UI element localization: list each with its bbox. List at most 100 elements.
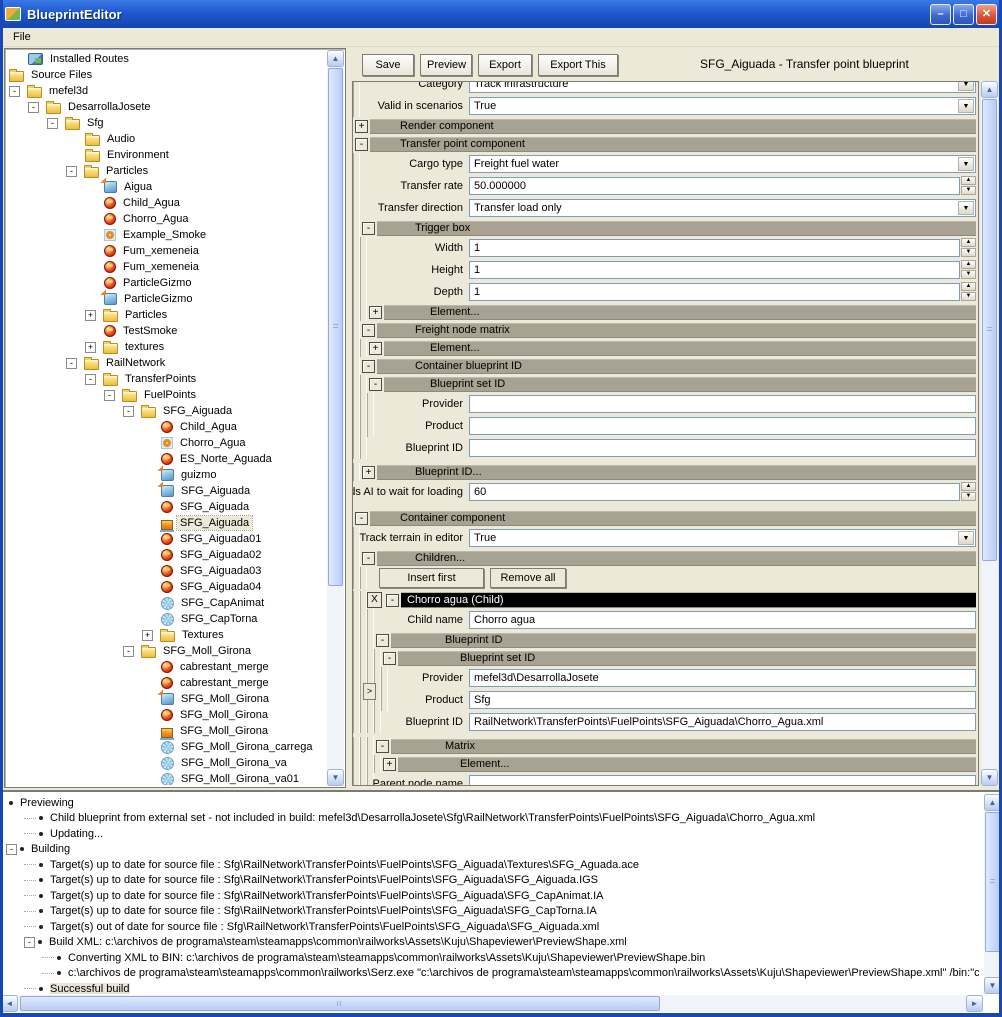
spinner-control[interactable]: ▲▼	[961, 238, 976, 258]
dropdown-field[interactable]: True▼	[469, 97, 976, 115]
export-button[interactable]: Export	[478, 54, 532, 76]
tree-item[interactable]: SFG_Moll_Girona_va	[7, 755, 326, 771]
collapse-section-icon[interactable]: -	[362, 552, 375, 565]
scroll-right-icon[interactable]: ►	[966, 995, 983, 1012]
log-entry[interactable]: Target(s) up to date for source file : S…	[2, 873, 982, 889]
collapse-toggle-icon[interactable]: -	[47, 118, 58, 129]
spinner-up-icon[interactable]: ▲	[961, 260, 976, 269]
expand-section-icon[interactable]: +	[383, 758, 396, 771]
log-entry[interactable]: Previewing	[2, 795, 982, 811]
log-entry[interactable]: -Build XML: c:\archivos de programa\stea…	[2, 935, 982, 951]
section-header-bar[interactable]: Container blueprint ID	[377, 359, 976, 374]
tree-item[interactable]: SFG_Moll_Girona_carrega	[7, 739, 326, 755]
tree-item[interactable]: -SFG_Aiguada	[7, 403, 326, 419]
tree-item[interactable]: Example_Smoke	[7, 227, 326, 243]
section-header-bar[interactable]: Blueprint ID	[391, 633, 976, 648]
section-header-bar[interactable]: Transfer point component	[370, 137, 976, 152]
section-header-bar[interactable]: Trigger box	[377, 221, 976, 236]
tree-scrollbar-thumb[interactable]	[328, 68, 343, 586]
tree-item[interactable]: -mefel3d	[7, 83, 326, 99]
tree-item[interactable]: SFG_Aiguada	[7, 483, 326, 499]
insert-first-button[interactable]: Insert first	[379, 568, 484, 588]
expand-section-icon[interactable]: +	[362, 466, 375, 479]
dropdown-arrow-icon[interactable]: ▼	[958, 531, 974, 545]
tree-item[interactable]: SFG_Aiguada01	[7, 531, 326, 547]
section-header-bar[interactable]: Element...	[384, 305, 976, 320]
spinner-up-icon[interactable]: ▲	[961, 176, 976, 185]
collapse-toggle-icon[interactable]: -	[123, 406, 134, 417]
tree-item[interactable]: cabrestant_merge	[7, 675, 326, 691]
tree-scrollbar[interactable]: ▲ ▼	[327, 50, 344, 786]
spinner-down-icon[interactable]: ▼	[961, 248, 976, 257]
tree-item[interactable]: SFG_Moll_Girona	[7, 691, 326, 707]
dropdown-field[interactable]: Track infrastructure▼	[469, 81, 976, 93]
section-header-bar[interactable]: Freight node matrix	[377, 323, 976, 338]
collapse-toggle-icon[interactable]: -	[104, 390, 115, 401]
text-field[interactable]: 1	[469, 283, 960, 301]
collapse-toggle-icon[interactable]: -	[6, 844, 17, 855]
section-header-bar[interactable]: Render component	[370, 119, 976, 134]
child-row-selector-button[interactable]: >	[363, 683, 376, 700]
tree-item[interactable]: ParticleGizmo	[7, 291, 326, 307]
tree-item[interactable]: -TransferPoints	[7, 371, 326, 387]
tree-item[interactable]: TestSmoke	[7, 323, 326, 339]
dropdown-arrow-icon[interactable]: ▼	[958, 81, 974, 91]
text-field[interactable]: Chorro agua	[469, 611, 976, 629]
collapse-toggle-icon[interactable]: -	[66, 166, 77, 177]
close-button[interactable]: ✕	[976, 4, 997, 25]
collapse-toggle-icon[interactable]: -	[24, 937, 35, 948]
form-scrollbar[interactable]: ▲ ▼	[981, 81, 998, 786]
log-entry[interactable]: c:\archivos de programa\steam\steamapps\…	[2, 966, 982, 982]
form-scrollbar-thumb[interactable]	[982, 99, 997, 561]
tree-item[interactable]: SFG_CapAnimat	[7, 595, 326, 611]
section-header-bar[interactable]: Blueprint ID...	[377, 465, 976, 480]
scroll-up-icon[interactable]: ▲	[981, 81, 998, 98]
log-scrollbar-thumb[interactable]	[985, 812, 1000, 952]
preview-button[interactable]: Preview	[420, 54, 472, 76]
text-field[interactable]	[469, 395, 976, 413]
text-field[interactable]: Sfg	[469, 691, 976, 709]
collapse-section-icon[interactable]: -	[362, 324, 375, 337]
spinner-control[interactable]: ▲▼	[961, 176, 976, 196]
collapse-section-icon[interactable]: -	[355, 138, 368, 151]
tree-item[interactable]: +Textures	[7, 627, 326, 643]
log-entry[interactable]: Target(s) up to date for source file : S…	[2, 888, 982, 904]
expand-section-icon[interactable]: +	[355, 120, 368, 133]
expand-toggle-icon[interactable]: +	[85, 310, 96, 321]
spinner-down-icon[interactable]: ▼	[961, 492, 976, 501]
collapse-toggle-icon[interactable]: -	[28, 102, 39, 113]
tree-item[interactable]: Source Files	[7, 67, 326, 83]
dropdown-arrow-icon[interactable]: ▼	[958, 157, 974, 171]
text-field[interactable]: 50.000000	[469, 177, 960, 195]
collapse-toggle-icon[interactable]: -	[9, 86, 20, 97]
scroll-up-icon[interactable]: ▲	[327, 50, 344, 67]
tree-item[interactable]: SFG_Aiguada	[7, 515, 326, 531]
expand-toggle-icon[interactable]: +	[85, 342, 96, 353]
spinner-down-icon[interactable]: ▼	[961, 270, 976, 279]
section-header-bar[interactable]: Blueprint set ID	[398, 651, 976, 666]
collapse-section-icon[interactable]: -	[369, 378, 382, 391]
collapse-section-icon[interactable]: -	[355, 512, 368, 525]
spinner-control[interactable]: ▲▼	[961, 260, 976, 280]
scroll-down-icon[interactable]: ▼	[981, 769, 998, 786]
maximize-button[interactable]: □	[953, 4, 974, 25]
text-field[interactable]: RailNetwork\TransferPoints\FuelPoints\SF…	[469, 713, 976, 731]
tree-item[interactable]: -DesarrollaJosete	[7, 99, 326, 115]
text-field[interactable]: 60	[469, 483, 960, 501]
log-entry[interactable]: Target(s) up to date for source file : S…	[2, 904, 982, 920]
spinner-up-icon[interactable]: ▲	[961, 482, 976, 491]
delete-child-button[interactable]: X	[367, 592, 382, 608]
minimize-button[interactable]: –	[930, 4, 951, 25]
tree-item[interactable]: Fum_xemeneia	[7, 259, 326, 275]
spinner-up-icon[interactable]: ▲	[961, 282, 976, 291]
remove-all-button[interactable]: Remove all	[490, 568, 566, 588]
tree-item[interactable]: +textures	[7, 339, 326, 355]
text-field[interactable]	[469, 775, 976, 786]
text-field[interactable]: 1	[469, 261, 960, 279]
tree-item[interactable]: Chorro_Agua	[7, 211, 326, 227]
collapse-toggle-icon[interactable]: -	[85, 374, 96, 385]
text-field[interactable]: 1	[469, 239, 960, 257]
collapse-section-icon[interactable]: -	[386, 594, 399, 607]
tree-item[interactable]: -Sfg	[7, 115, 326, 131]
expand-toggle-icon[interactable]: +	[142, 630, 153, 641]
